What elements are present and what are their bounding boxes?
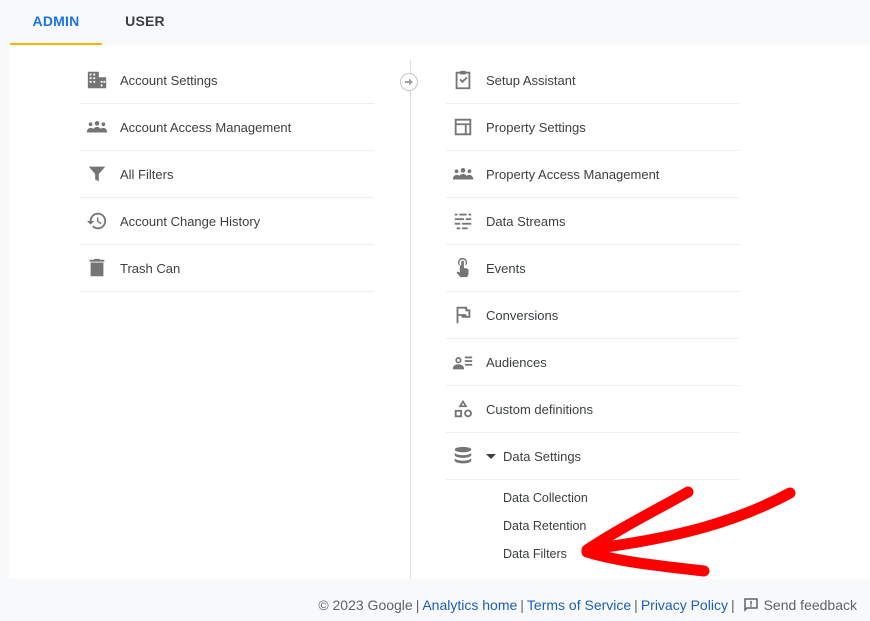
custom-definitions-item[interactable]: Custom definitions	[446, 386, 740, 433]
data-streams-item[interactable]: Data Streams	[446, 198, 740, 245]
item-label: Account Settings	[120, 72, 218, 88]
data-streams-icon	[451, 209, 475, 233]
touch-icon	[451, 256, 475, 280]
data-filters-link[interactable]: Data Filters	[503, 540, 740, 568]
data-settings-item[interactable]: Data Settings	[446, 433, 740, 480]
filter-icon	[85, 162, 109, 186]
item-label: Property Settings	[486, 119, 586, 135]
footer-separator: |	[415, 597, 420, 613]
item-label: Conversions	[486, 307, 559, 323]
account-change-history-item[interactable]: Account Change History	[80, 198, 374, 245]
account-settings-item[interactable]: Account Settings	[80, 57, 374, 104]
tab-admin[interactable]: ADMIN	[10, 0, 102, 45]
building-icon	[85, 68, 109, 92]
layout-icon	[451, 115, 475, 139]
column-divider	[410, 60, 411, 579]
footer-separator: |	[520, 597, 524, 613]
item-label: Trash Can	[120, 260, 181, 276]
item-label: Account Access Management	[120, 119, 292, 135]
data-retention-link[interactable]: Data Retention	[503, 512, 740, 540]
item-label: Events	[486, 260, 526, 276]
people-icon	[451, 162, 475, 186]
trash-icon	[85, 256, 109, 280]
database-icon	[451, 444, 475, 468]
audience-icon	[451, 350, 475, 374]
admin-tabs: ADMIN USER	[0, 0, 870, 45]
footer-separator: |	[634, 597, 638, 613]
item-label: Data Streams	[486, 213, 566, 229]
feedback-icon	[743, 598, 758, 612]
trash-can-item[interactable]: Trash Can	[80, 245, 374, 292]
property-link-button[interactable]	[400, 73, 418, 91]
flag-icon	[451, 303, 475, 327]
people-icon	[85, 115, 109, 139]
conversions-item[interactable]: Conversions	[446, 292, 740, 339]
footer: © 2023 Google | Analytics home | Terms o…	[318, 596, 857, 614]
terms-of-service-link[interactable]: Terms of Service	[527, 597, 631, 613]
account-access-management-item[interactable]: Account Access Management	[80, 104, 374, 151]
shapes-icon	[451, 397, 475, 421]
footer-separator: |	[730, 597, 735, 613]
property-settings-item[interactable]: Property Settings	[446, 104, 740, 151]
admin-panel: Account Settings Account Access Manageme…	[9, 45, 870, 579]
send-feedback-button[interactable]: Send feedback	[742, 596, 857, 614]
item-label: Custom definitions	[486, 401, 593, 417]
tab-user[interactable]: USER	[110, 0, 180, 43]
all-filters-item[interactable]: All Filters	[80, 151, 374, 198]
copyright-text: © 2023 Google	[318, 597, 413, 613]
item-label: Account Change History	[120, 213, 261, 229]
property-column: Setup Assistant Property Settings Proper…	[446, 57, 740, 568]
send-feedback-label: Send feedback	[763, 597, 857, 613]
item-label: All Filters	[120, 166, 174, 182]
account-column: Account Settings Account Access Manageme…	[80, 57, 374, 292]
analytics-home-link[interactable]: Analytics home	[422, 597, 517, 613]
events-item[interactable]: Events	[446, 245, 740, 292]
audiences-item[interactable]: Audiences	[446, 339, 740, 386]
data-settings-submenu: Data Collection Data Retention Data Filt…	[446, 480, 740, 568]
item-label: Property Access Management	[486, 166, 660, 182]
history-icon	[85, 209, 109, 233]
item-label: Audiences	[486, 354, 547, 370]
privacy-policy-link[interactable]: Privacy Policy	[641, 597, 728, 613]
arrow-right-icon	[405, 78, 413, 86]
item-label: Data Settings	[503, 448, 582, 464]
property-access-management-item[interactable]: Property Access Management	[446, 151, 740, 198]
setup-assistant-item[interactable]: Setup Assistant	[446, 57, 740, 104]
item-label: Setup Assistant	[486, 72, 576, 88]
data-collection-link[interactable]: Data Collection	[503, 484, 740, 512]
clipboard-check-icon	[451, 68, 475, 92]
expand-caret-icon[interactable]	[486, 453, 496, 459]
